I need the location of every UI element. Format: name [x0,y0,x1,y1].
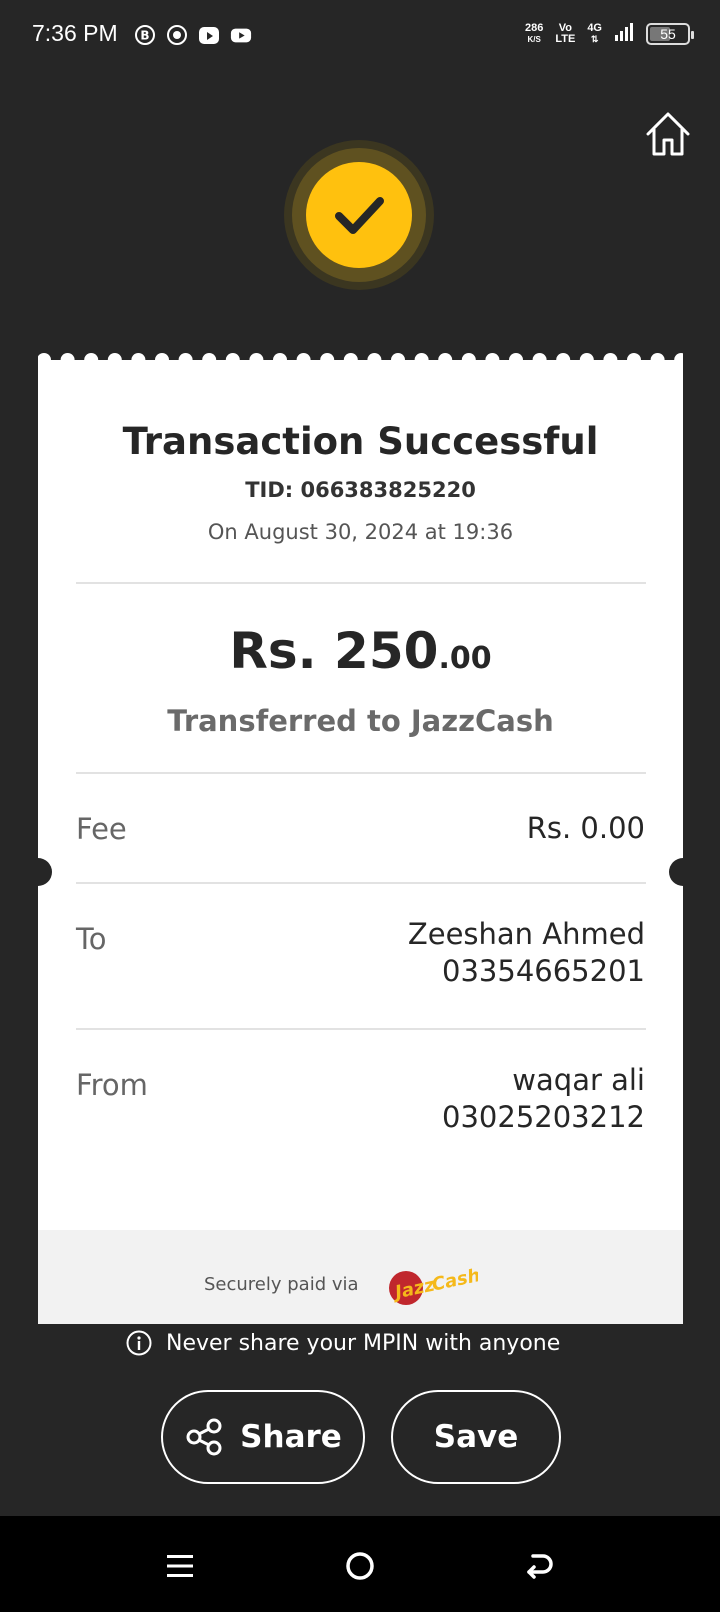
save-label: Save [433,1419,519,1455]
data-arrows-icon: ⇅ [590,34,599,44]
secure-text: Securely paid via [204,1274,359,1295]
svg-text:B: B [140,29,149,43]
transaction-date: On August 30, 2024 at 19:36 [207,520,514,544]
youtube-icon [230,24,252,46]
home-nav-button[interactable] [340,1546,380,1586]
network-type: 4G ⇅ [587,23,602,45]
share-icon [186,1418,222,1456]
signal-icon [614,22,634,46]
video-app-icon [198,24,220,46]
recent-apps-button[interactable] [160,1546,200,1586]
amount-main: Rs. 250 [229,622,439,680]
from-label: From [76,1068,148,1102]
net-speed: 286 K/S [525,23,543,45]
mpin-warning: Never share your MPIN with anyone [126,1330,560,1356]
b-icon: B [134,24,156,46]
battery-icon: 55 [646,23,694,45]
checkmark-icon [335,197,384,234]
home-icon [646,112,690,156]
transferred-to: Transferred to JazzCash [167,704,554,738]
receipt-title: Transaction Successful [122,420,599,463]
amount-decimal: .00 [438,641,492,676]
volte-indicator: Vo LTE [555,23,575,45]
system-nav-bar [0,1516,720,1612]
receipt-notch-right [669,858,697,886]
back-icon [527,1554,553,1579]
secure-payment-band: Securely paid via Jazz Cash [38,1230,683,1324]
network-label: 4G [587,22,602,34]
to-label: To [76,922,107,956]
home-button[interactable] [644,110,692,158]
from-number: 03025203212 [442,1100,645,1134]
home-circle-icon [346,1552,374,1580]
net-speed-unit: K/S [527,35,541,44]
notification-icons: B [134,24,252,46]
back-nav-button[interactable] [520,1546,560,1586]
svg-text:Cash: Cash [430,1265,478,1296]
battery-percent: 55 [660,26,676,42]
divider [76,882,646,884]
net-speed-value: 286 [524,22,544,34]
share-button[interactable]: Share [161,1390,365,1484]
receipt-card: Transaction Successful TID: 066383825220… [38,360,683,1324]
divider [76,1028,646,1030]
success-badge [306,162,412,268]
save-button[interactable]: Save [391,1390,561,1484]
circle-dot-icon [166,24,188,46]
volte-bottom: LTE [555,33,576,45]
receipt-notch-left [24,858,52,886]
to-name: Zeeshan Ahmed [407,917,645,951]
to-details: Zeeshan Ahmed 03354665201 [408,916,645,990]
transaction-id: TID: 066383825220 [245,478,476,502]
divider [76,582,646,584]
to-number: 03354665201 [442,954,645,988]
from-details: waqar ali 03025203212 [442,1062,645,1136]
amount: Rs. 250.00 [38,622,683,680]
system-icons: 286 K/S Vo LTE 4G ⇅ 55 [525,22,694,46]
status-time: 7:36 PM [32,20,118,46]
warning-text: Never share your MPIN with anyone [166,1330,561,1356]
divider [76,772,646,774]
menu-icon [167,1555,193,1577]
from-name: waqar ali [512,1063,645,1097]
status-bar: 7:36 PM B 286 K/S Vo LTE 4G ⇅ 55 [0,0,720,72]
fee-label: Fee [76,812,127,846]
jazzcash-logo: Jazz Cash [389,1265,478,1305]
fee-value: Rs. 0.00 [526,811,645,845]
share-label: Share [240,1419,342,1455]
info-icon [126,1330,152,1356]
